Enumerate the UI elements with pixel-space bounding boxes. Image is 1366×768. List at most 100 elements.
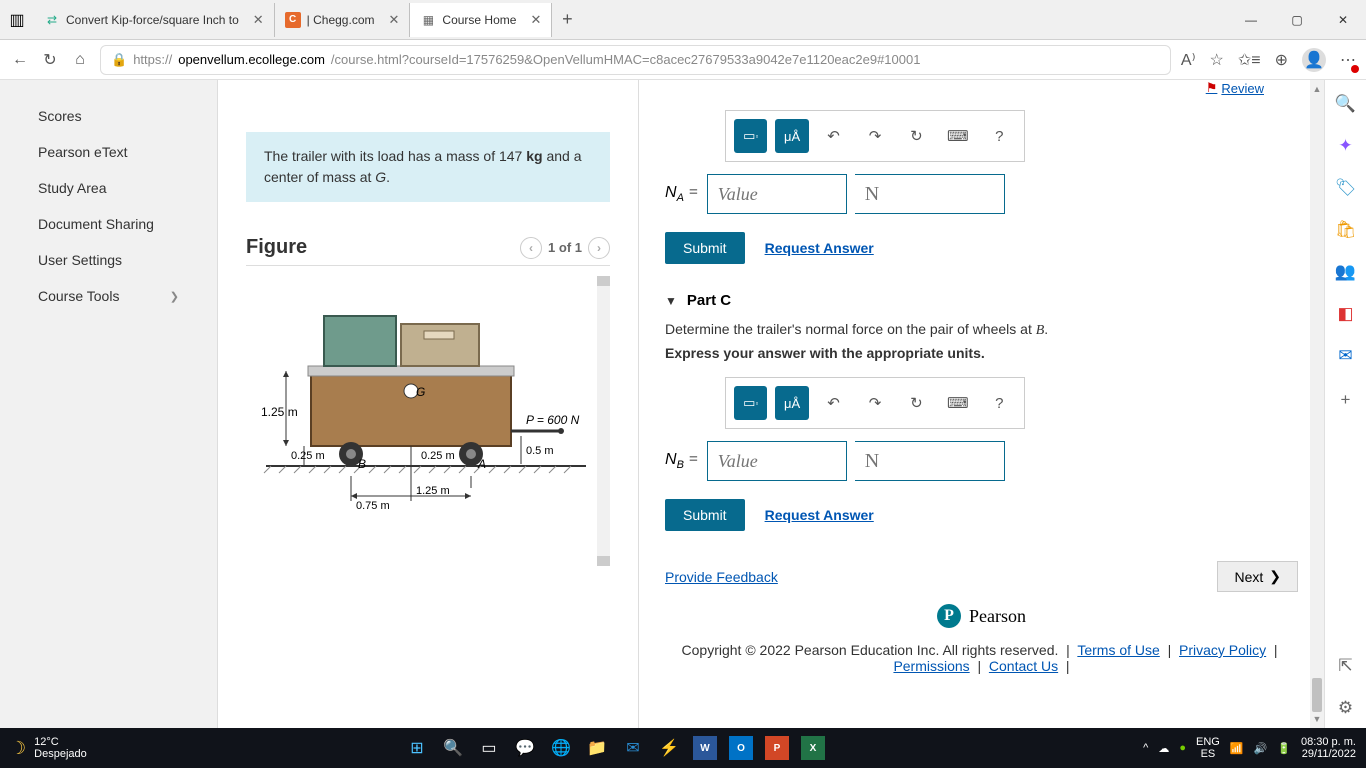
units-button[interactable]: μÅ bbox=[775, 119, 808, 153]
maximize-button[interactable]: ▢ bbox=[1274, 0, 1320, 40]
sidebar-item-scores[interactable]: Scores bbox=[0, 98, 217, 134]
redo-icon[interactable]: ↷ bbox=[858, 386, 891, 420]
battery-icon[interactable]: 🔋 bbox=[1277, 742, 1291, 755]
sidebar-item-usersettings[interactable]: User Settings bbox=[0, 242, 217, 278]
template-button[interactable]: ▭▫ bbox=[734, 386, 767, 420]
undo-icon[interactable]: ↶ bbox=[817, 386, 850, 420]
keyboard-icon[interactable]: ⌨ bbox=[941, 119, 974, 153]
scroll-up-icon[interactable] bbox=[597, 276, 610, 286]
tab-list-icon[interactable]: ▥ bbox=[0, 10, 34, 30]
figure-prev-button[interactable]: ‹ bbox=[520, 237, 542, 259]
word-icon[interactable]: W bbox=[693, 736, 717, 760]
review-link[interactable]: ⚑Review bbox=[1206, 80, 1264, 96]
people-icon[interactable]: 👥 bbox=[1335, 262, 1356, 282]
svg-text:1.25 m: 1.25 m bbox=[416, 485, 450, 497]
figure-next-button[interactable]: › bbox=[588, 237, 610, 259]
scroll-down-icon[interactable] bbox=[597, 556, 610, 566]
explorer-icon[interactable]: 📁 bbox=[585, 736, 609, 760]
star-icon[interactable]: ✦ bbox=[1338, 136, 1352, 156]
help-icon[interactable]: ? bbox=[983, 386, 1016, 420]
provide-feedback-link[interactable]: Provide Feedback bbox=[665, 569, 778, 585]
weather-widget[interactable]: ☽ 12°C Despejado bbox=[10, 736, 87, 760]
reset-icon[interactable]: ↻ bbox=[900, 119, 933, 153]
chevron-up-icon[interactable]: ^ bbox=[1143, 742, 1148, 754]
units-button[interactable]: μÅ bbox=[775, 386, 808, 420]
status-icon[interactable]: ● bbox=[1179, 742, 1186, 754]
submit-button-c[interactable]: Submit bbox=[665, 499, 745, 531]
star-icon[interactable]: ☆ bbox=[1210, 50, 1224, 70]
scroll-thumb[interactable] bbox=[1312, 678, 1322, 712]
mail-icon[interactable]: ✉ bbox=[621, 736, 645, 760]
add-icon[interactable]: + bbox=[1341, 390, 1351, 410]
terms-link[interactable]: Terms of Use bbox=[1077, 642, 1159, 658]
back-button[interactable]: ← bbox=[10, 51, 30, 69]
taskview-icon[interactable]: ▭ bbox=[477, 736, 501, 760]
sidebar-item-study[interactable]: Study Area bbox=[0, 170, 217, 206]
more-menu-button[interactable]: ⋯ bbox=[1340, 50, 1356, 70]
office-icon[interactable]: ◧ bbox=[1337, 304, 1353, 324]
tag-icon[interactable]: 🏷 bbox=[1335, 178, 1357, 198]
contact-link[interactable]: Contact Us bbox=[989, 658, 1058, 674]
expand-icon[interactable]: ⇱ bbox=[1338, 656, 1352, 676]
sidebar-item-coursetools[interactable]: Course Tools❯ bbox=[0, 278, 217, 314]
close-icon[interactable]: ✕ bbox=[253, 12, 264, 28]
home-button[interactable]: ⌂ bbox=[70, 51, 90, 69]
search-icon[interactable]: 🔍 bbox=[441, 736, 465, 760]
minimize-button[interactable]: — bbox=[1228, 0, 1274, 40]
collections-icon[interactable]: ⊕ bbox=[1275, 50, 1288, 70]
shopping-icon[interactable]: 🛍 bbox=[1335, 220, 1357, 240]
scroll-down-icon[interactable]: ▼ bbox=[1313, 714, 1322, 724]
value-input-c[interactable] bbox=[707, 441, 847, 481]
start-icon[interactable]: ⊞ bbox=[405, 736, 429, 760]
excel-icon[interactable]: X bbox=[801, 736, 825, 760]
close-window-button[interactable]: ✕ bbox=[1320, 0, 1366, 40]
browser-tab-1[interactable]: ⇄ Convert Kip-force/square Inch to ✕ bbox=[34, 3, 275, 37]
read-aloud-icon[interactable]: A⁾ bbox=[1181, 50, 1196, 70]
figure-page-count: 1 of 1 bbox=[548, 240, 582, 255]
scroll-up-icon[interactable]: ▲ bbox=[1313, 84, 1322, 94]
unit-input-a[interactable] bbox=[855, 174, 1005, 214]
new-tab-button[interactable]: + bbox=[552, 9, 582, 30]
volume-icon[interactable]: 🔊 bbox=[1254, 742, 1268, 755]
request-answer-link-c[interactable]: Request Answer bbox=[765, 507, 874, 523]
sidebar-item-docshare[interactable]: Document Sharing bbox=[0, 206, 217, 242]
gear-icon[interactable]: ⚙ bbox=[1338, 698, 1353, 718]
unit-input-c[interactable] bbox=[855, 441, 1005, 481]
outlook-icon[interactable]: ✉ bbox=[1338, 346, 1352, 366]
redo-icon[interactable]: ↷ bbox=[858, 119, 891, 153]
terminal-icon[interactable]: ⚡ bbox=[657, 736, 681, 760]
privacy-link[interactable]: Privacy Policy bbox=[1179, 642, 1266, 658]
figure-header: Figure ‹ 1 of 1 › bbox=[246, 236, 610, 259]
addressbar[interactable]: 🔒 https://openvellum.ecollege.com/course… bbox=[100, 45, 1171, 75]
next-button[interactable]: Next❯ bbox=[1217, 561, 1298, 592]
profile-avatar[interactable]: 👤 bbox=[1302, 48, 1326, 72]
request-answer-link-a[interactable]: Request Answer bbox=[765, 240, 874, 256]
template-button[interactable]: ▭▫ bbox=[734, 119, 767, 153]
part-c-header[interactable]: ▼ Part C bbox=[665, 292, 1298, 309]
edge-icon[interactable]: 🌐 bbox=[549, 736, 573, 760]
refresh-button[interactable]: ↻ bbox=[40, 50, 60, 70]
scrollbar[interactable]: ▲ ▼ bbox=[1310, 80, 1324, 728]
clock[interactable]: 08:30 p. m. 29/11/2022 bbox=[1301, 736, 1356, 760]
permissions-link[interactable]: Permissions bbox=[893, 658, 969, 674]
undo-icon[interactable]: ↶ bbox=[817, 119, 850, 153]
browser-tab-3[interactable]: ▦ Course Home ✕ bbox=[410, 3, 552, 37]
help-icon[interactable]: ? bbox=[983, 119, 1016, 153]
sidebar-item-etext[interactable]: Pearson eText bbox=[0, 134, 217, 170]
value-input-a[interactable] bbox=[707, 174, 847, 214]
close-icon[interactable]: ✕ bbox=[389, 12, 400, 28]
chat-icon[interactable]: 💬 bbox=[513, 736, 537, 760]
language-indicator[interactable]: ENG ES bbox=[1196, 736, 1220, 760]
temperature: 12°C bbox=[34, 736, 87, 748]
keyboard-icon[interactable]: ⌨ bbox=[941, 386, 974, 420]
search-icon[interactable]: 🔍 bbox=[1335, 94, 1356, 114]
wifi-icon[interactable]: 📶 bbox=[1230, 742, 1244, 755]
cloud-icon[interactable]: ☁ bbox=[1158, 742, 1169, 755]
browser-tab-2[interactable]: C | Chegg.com ✕ bbox=[275, 3, 411, 37]
powerpoint-icon[interactable]: P bbox=[765, 736, 789, 760]
reset-icon[interactable]: ↻ bbox=[900, 386, 933, 420]
favorites-icon[interactable]: ✩≡ bbox=[1238, 50, 1261, 70]
submit-button-a[interactable]: Submit bbox=[665, 232, 745, 264]
outlook-icon[interactable]: O bbox=[729, 736, 753, 760]
close-icon[interactable]: ✕ bbox=[530, 12, 541, 28]
